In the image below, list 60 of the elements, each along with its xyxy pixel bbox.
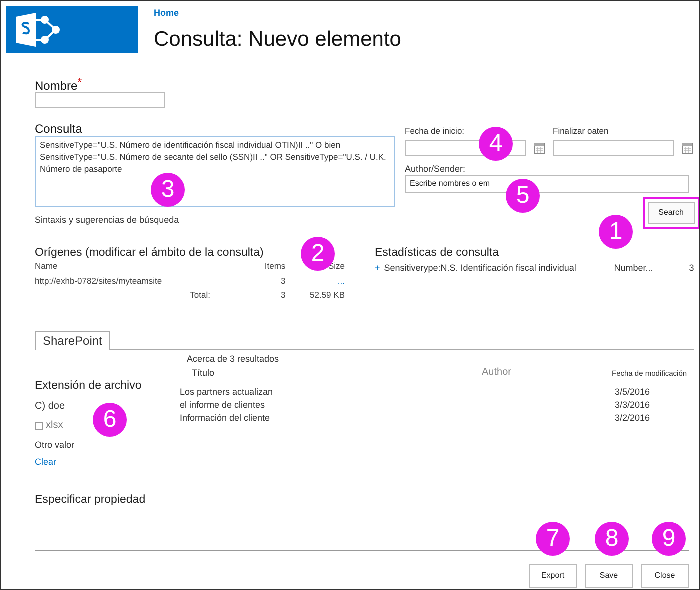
result-date: 3/5/2016 [615,387,650,400]
callout-number: 7 [536,522,570,556]
stat-type: Number... [614,263,654,274]
search-button[interactable]: Search [648,202,695,224]
result-count: Acerca de 3 resultados [187,354,280,364]
section-title: Orígenes (modificar el ámbito de la consulta) [35,246,264,259]
table-cell: 3 [280,276,286,286]
refiner-option[interactable]: xlsx [46,420,64,432]
required-mark: * [78,77,82,89]
callout-number: 4 [479,127,513,161]
column-header: Author [482,367,512,378]
field-label: Finalizar oaten [553,126,609,136]
query-line: Número de pasaporte [40,164,122,174]
help-link[interactable]: Sintaxis y sugerencias de búsqueda [35,215,180,226]
table-cell: http://exhb-0782/sites/myteamsite [35,276,162,286]
table-cell: 3 [280,290,286,300]
name-input[interactable] [35,92,165,108]
logo[interactable] [6,6,138,53]
callout-number: 1 [599,215,633,249]
checkbox[interactable] [35,422,43,430]
action-button[interactable]: Export [529,564,577,588]
result-title[interactable]: Información del cliente [180,413,270,424]
column-header: Name [35,261,58,272]
expand-icon[interactable]: + [375,263,380,274]
table-cell: 52.59 KB [310,290,345,300]
stat-label: Sensitiverype:N.S. Identificación fiscal individual [384,263,576,274]
callout-number: 5 [506,179,540,213]
calendar-icon[interactable] [682,142,693,154]
column-header: Items [264,261,286,272]
action-button[interactable]: Save [585,564,633,588]
callout-number: 3 [151,173,185,207]
clear-link[interactable]: Clear [35,456,57,467]
callout-number: 9 [652,522,686,556]
result-title[interactable]: Los partners actualizan [180,387,274,398]
refiner-option[interactable]: C) doe [35,401,66,414]
query-line: SensitiveType="U.S. Número de identificación fiscal individual OTIN)II .." O bien [40,140,341,150]
query-line: SensitiveType="U.S. Número de secante del sello (SSN)II .." OR SensitiveType="U.S. / U.K. [40,152,386,162]
column-header: Título [192,368,215,378]
callout-number: 8 [595,522,629,556]
tab[interactable]: SharePoint [35,330,110,350]
field-label: Fecha de inicio: [405,126,465,136]
stat-count: 3 [689,263,694,274]
calendar-icon[interactable] [534,142,545,154]
table-cell: Total: [190,290,210,300]
result-date: 3/2/2016 [615,413,650,426]
breadcrumb-link[interactable]: Home [154,8,402,19]
page-title: Consulta: Nuevo elemento [154,26,402,52]
callout-number: 6 [93,403,127,437]
section-title: Estadísticas de consulta [375,246,500,259]
refiner-title: Extensión de archivo [35,380,142,392]
field-label: Consulta [35,122,84,136]
more-link[interactable]: ... [338,276,345,286]
date-input[interactable] [553,140,674,156]
action-button[interactable]: Close [641,564,689,588]
result-title[interactable]: el informe de clientes [180,400,266,410]
field-label: Author/Sender: [405,164,466,174]
section-title: Especificar propiedad [35,494,146,506]
field-label: Nombre [35,79,78,93]
refiner-link[interactable]: Otro valor [35,440,75,450]
result-date: 3/3/2016 [615,400,650,412]
